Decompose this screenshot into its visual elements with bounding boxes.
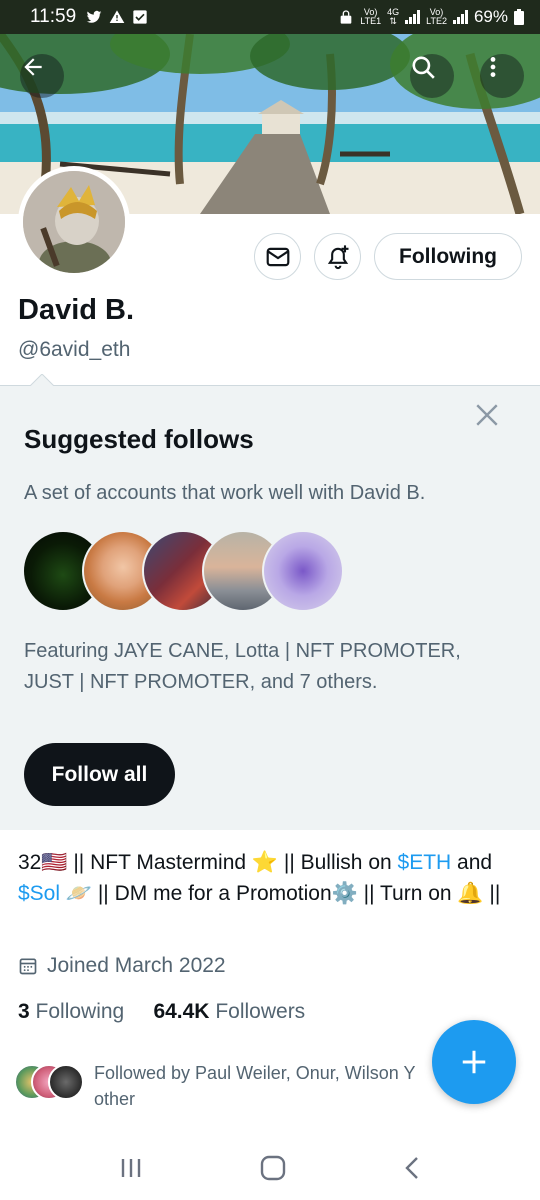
- suggested-subtitle: A set of accounts that work well with Da…: [24, 482, 426, 504]
- profile-bio: 32🇺🇸 || NFT Mastermind ⭐ || Bullish on $…: [18, 851, 501, 905]
- back-nav-icon[interactable]: [402, 1155, 422, 1181]
- home-icon[interactable]: [260, 1155, 286, 1181]
- notify-button[interactable]: [314, 233, 361, 280]
- envelope-icon: [266, 247, 289, 266]
- suggested-avatar[interactable]: [262, 530, 344, 612]
- checkbox-icon: [133, 10, 147, 24]
- followed-by-text: Followed by Paul Weiler, Onur, Wilson Y …: [94, 1063, 416, 1109]
- message-button[interactable]: [254, 233, 301, 280]
- followed-by-avatars: [14, 1064, 86, 1102]
- suggested-avatars[interactable]: [22, 530, 352, 612]
- featuring-text: Featuring JAYE CANE, Lotta | NFT PROMOTE…: [24, 640, 461, 693]
- compose-tweet-button[interactable]: [432, 1020, 516, 1104]
- avatar[interactable]: [18, 166, 130, 278]
- calendar-icon: [19, 958, 37, 975]
- more-options-button[interactable]: [480, 54, 524, 98]
- battery-icon: [514, 9, 524, 25]
- twitter-icon: [86, 10, 102, 23]
- status-time: 11:59: [30, 6, 77, 27]
- suggested-title: Suggested follows: [24, 424, 254, 454]
- following-button[interactable]: Following: [374, 233, 522, 280]
- followers-count-link[interactable]: 64.4K Followers: [153, 1000, 305, 1023]
- recent-apps-icon[interactable]: [118, 1156, 144, 1180]
- followed-by[interactable]: Followed by Paul Weiler, Onur, Wilson Y …: [14, 1060, 454, 1112]
- arrow-left-icon: [24, 58, 42, 76]
- lock-icon: [340, 10, 352, 24]
- android-nav-bar: [0, 1135, 540, 1200]
- caret-pointer: [30, 374, 54, 386]
- back-button[interactable]: [20, 54, 64, 98]
- joined-date: Joined March 2022: [18, 954, 226, 978]
- more-vertical-icon: [490, 57, 496, 77]
- search-icon: [412, 56, 435, 79]
- search-button[interactable]: [410, 54, 454, 98]
- signal-icon: [452, 10, 468, 24]
- eth-cashtag-link[interactable]: $ETH: [398, 851, 452, 874]
- status-bar: 11:59 Vo) LTE1 4G ⇅ Vo) LTE2 69%: [0, 0, 540, 34]
- sol-cashtag-link[interactable]: $Sol: [18, 882, 60, 905]
- close-icon[interactable]: [474, 402, 500, 428]
- following-count-link[interactable]: 3 Following: [18, 1000, 124, 1023]
- profile-name: David B.: [18, 294, 135, 326]
- profile-handle: @6avid_eth: [18, 338, 131, 361]
- bell-plus-icon: [327, 244, 348, 269]
- battery-percent: 69%: [473, 7, 508, 26]
- signal-icon: [405, 10, 421, 24]
- follow-all-button[interactable]: Follow all: [24, 743, 175, 806]
- follow-counts: 3 Following 64.4K Followers: [18, 1000, 305, 1024]
- warning-icon: [109, 10, 125, 23]
- plus-icon: [462, 1050, 486, 1074]
- nft-avatar-image: [23, 171, 125, 273]
- follower-avatar: [48, 1064, 84, 1100]
